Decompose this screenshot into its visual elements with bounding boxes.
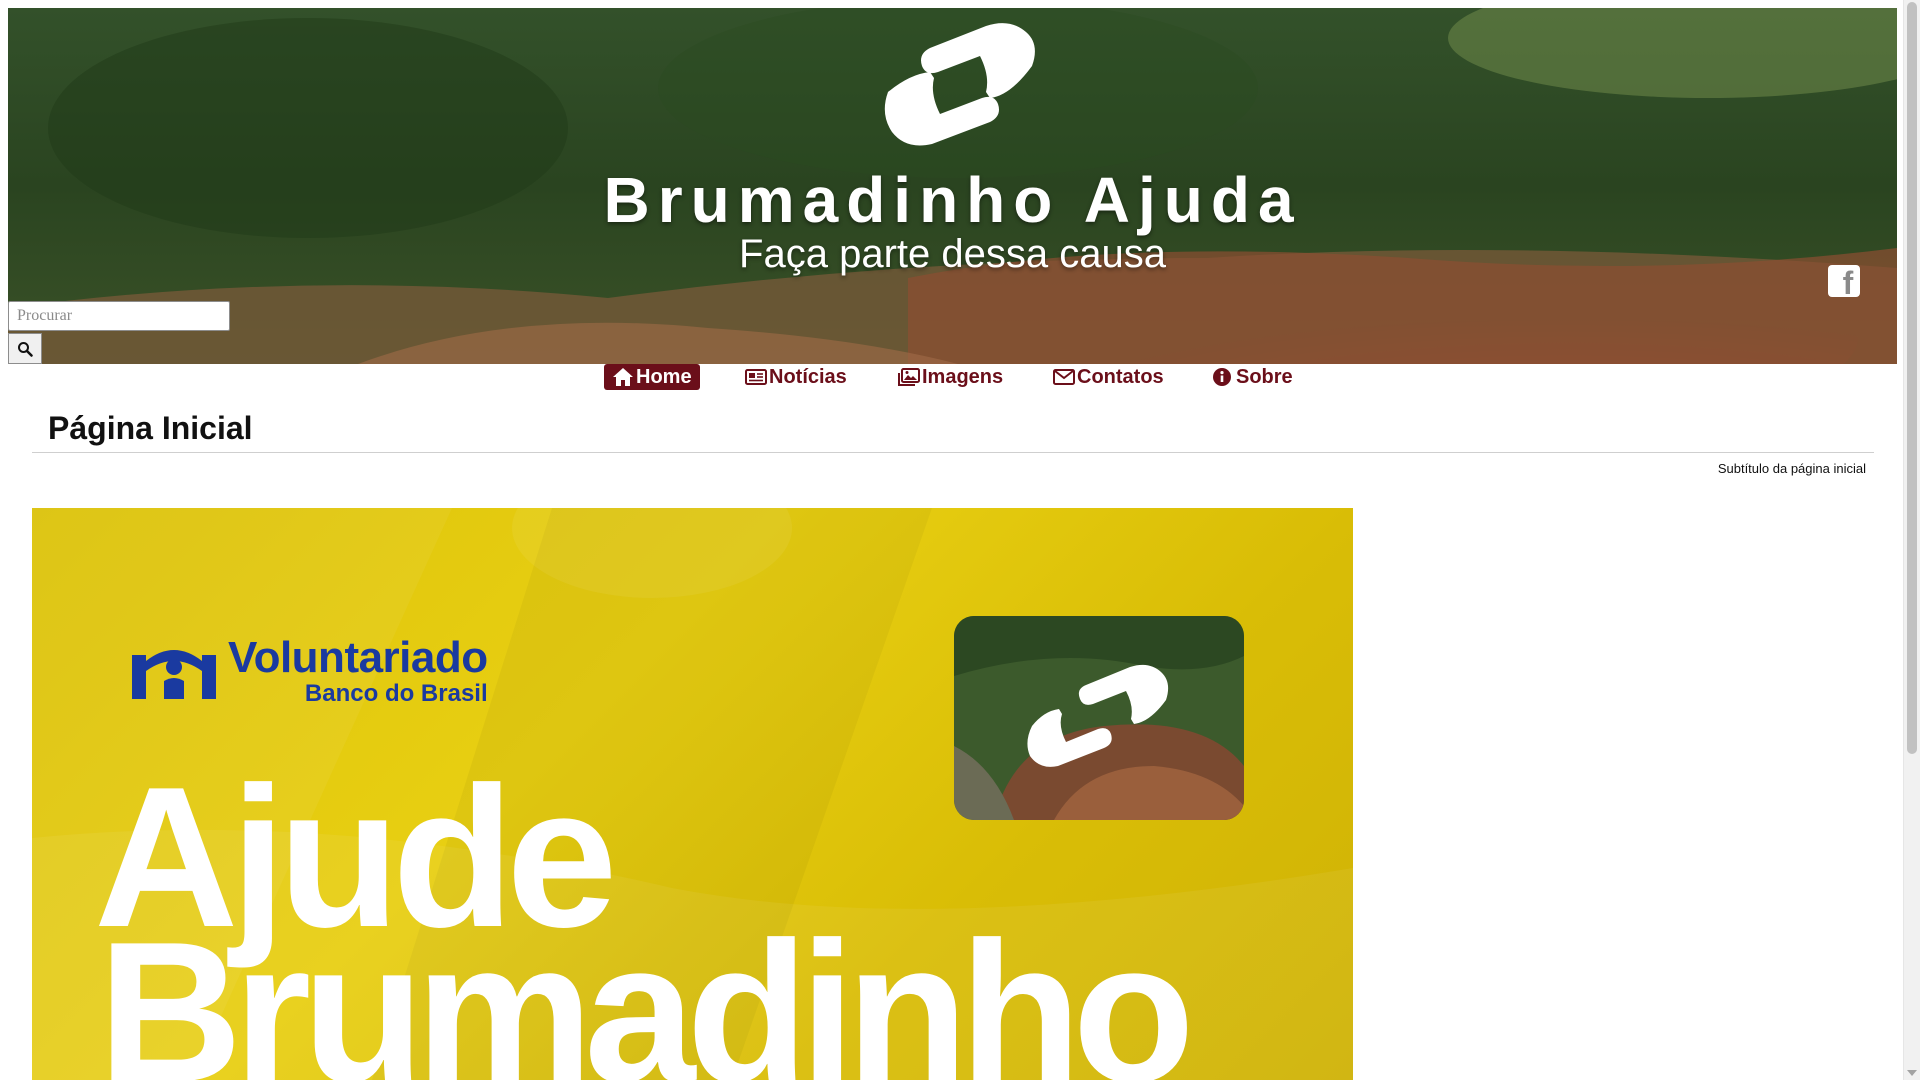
- search-icon: [18, 341, 33, 357]
- header-banner: Brumadinho Ajuda Faça parte dessa causa …: [8, 8, 1897, 364]
- nav-item-label: Imagens: [922, 365, 1004, 388]
- voluntariado-logo: Voluntariado Banco do Brasil: [130, 636, 488, 706]
- promo-photo: [954, 616, 1244, 820]
- envelope-icon: [1053, 369, 1075, 385]
- page: Brumadinho Ajuda Faça parte dessa causa …: [0, 0, 1920, 1080]
- nav-item-contatos[interactable]: Contatos: [1045, 364, 1172, 390]
- nav-item-label: Notícias: [769, 365, 847, 388]
- page-title: Página Inicial: [48, 410, 253, 446]
- brand-sub-text: Banco do Brasil: [304, 680, 488, 707]
- voluntariado-people-icon: [132, 650, 216, 699]
- search-button[interactable]: [8, 333, 42, 364]
- scroll-down-arrow-icon[interactable]: [1907, 1070, 1917, 1076]
- facebook-icon[interactable]: f: [1828, 265, 1860, 297]
- newspaper-icon: [745, 369, 767, 385]
- home-icon: [613, 368, 633, 386]
- images-icon: [898, 368, 920, 386]
- nav-item-label: Sobre: [1236, 365, 1293, 388]
- page-subtitle: Subtítulo da página inicial: [1717, 461, 1866, 476]
- page-scrollbar[interactable]: [1903, 0, 1920, 1080]
- site-tagline: Faça parte dessa causa: [739, 232, 1166, 276]
- info-circle-icon: [1213, 368, 1231, 386]
- nav-item-home[interactable]: Home: [604, 364, 700, 390]
- aerial-photo-image: [954, 616, 1244, 820]
- nav-item-label: Home: [636, 365, 692, 388]
- title-divider: [32, 452, 1874, 453]
- nav-item-label: Contatos: [1077, 365, 1164, 388]
- handshake-icon: [884, 23, 1035, 146]
- brand-text: Voluntariado Banco do Brasil: [228, 636, 488, 706]
- site-title: Brumadinho Ajuda: [603, 164, 1302, 236]
- promo-banner-image: Voluntariado Banco do Brasil Ajude Bruma…: [32, 508, 1353, 1080]
- main-nav: Home Notícias Imagens Contatos Sobre: [0, 364, 1920, 394]
- brand-main-text: Voluntariado: [228, 633, 488, 682]
- nav-item-imagens[interactable]: Imagens: [890, 364, 1011, 390]
- promo-headline-line2: Brumadinho: [98, 901, 1195, 1080]
- scrollbar-thumb[interactable]: [1907, 2, 1917, 754]
- nav-item-sobre[interactable]: Sobre: [1204, 364, 1301, 390]
- search-input[interactable]: [8, 301, 230, 331]
- nav-item-noticias[interactable]: Notícias: [737, 364, 855, 390]
